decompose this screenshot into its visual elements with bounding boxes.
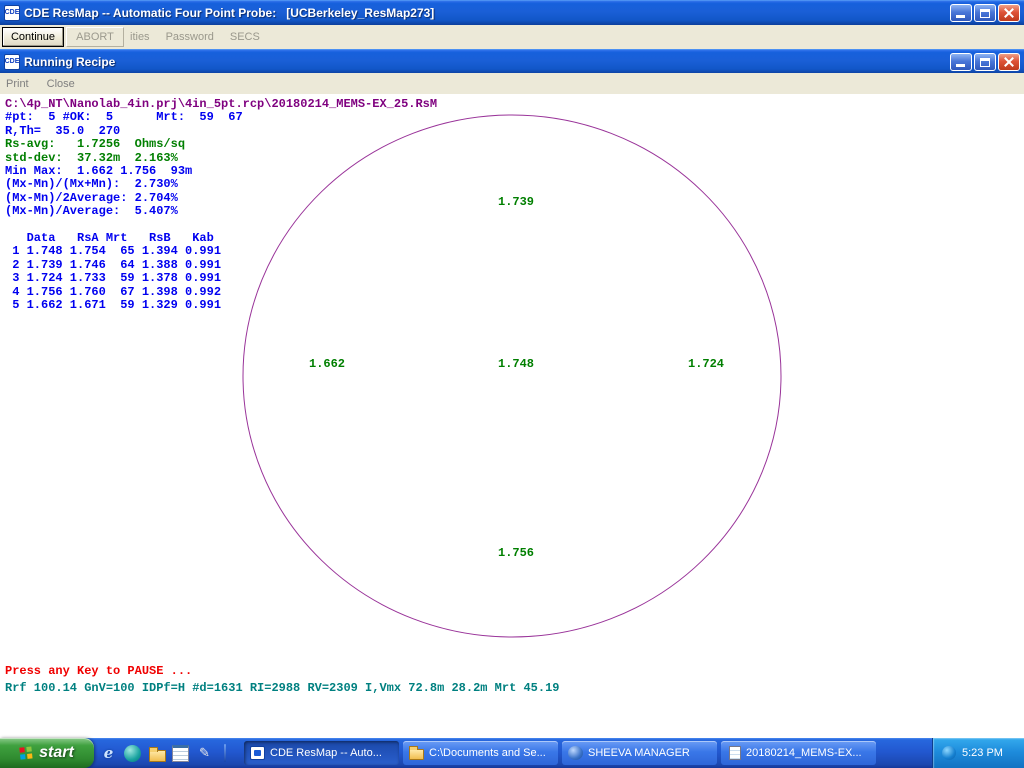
wafer-point-label: 1.748	[498, 357, 534, 371]
system-tray: 5:23 PM	[932, 738, 1024, 768]
report-line: Data RsA Mrt RsB Kab	[5, 232, 437, 245]
report-line: (Mx-Mn)/(Mx+Mn): 2.730%	[5, 178, 437, 191]
recipe-maximize-button[interactable]	[974, 53, 996, 71]
report-line: Min Max: 1.662 1.756 93m	[5, 165, 437, 178]
menu-item-print[interactable]: Print	[6, 78, 29, 90]
taskbar-button[interactable]: CDE ResMap -- Auto...	[244, 741, 399, 765]
cde-app-icon: CDE	[4, 5, 20, 21]
pen-icon[interactable]: ✎	[196, 745, 213, 762]
taskbar-button-label: SHEEVA MANAGER	[588, 747, 690, 759]
continue-button[interactable]: Continue	[2, 27, 64, 47]
report-line: 4 1.756 1.760 67 1.398 0.992	[5, 286, 437, 299]
taskbar-button[interactable]: SHEEVA MANAGER	[562, 741, 717, 765]
windows-flag-icon	[20, 746, 34, 760]
menu-item-password[interactable]: Password	[166, 31, 214, 43]
recipe-window-title: Running Recipe	[24, 55, 950, 69]
report-line: 1 1.748 1.754 65 1.394 0.991	[5, 245, 437, 258]
status-line: Rrf 100.14 GnV=100 IDPf=H #d=1631 RI=298…	[5, 682, 560, 695]
report-line: Rs-avg: 1.7256 Ohms/sq	[5, 138, 437, 151]
sheeva-icon	[568, 746, 583, 760]
taskbar: start e✎ CDE ResMap -- Auto...C:\Documen…	[0, 738, 1024, 768]
main-close-button[interactable]	[998, 4, 1020, 22]
taskbar-buttons: CDE ResMap -- Auto... C:\Documents and Se…	[244, 741, 876, 765]
maximize-icon	[980, 58, 990, 67]
recipe-window-icon-text: CDE	[5, 58, 20, 65]
main-maximize-button[interactable]	[974, 4, 996, 22]
doc-icon	[729, 746, 741, 760]
app-icon[interactable]	[124, 745, 141, 762]
minimize-icon	[956, 64, 965, 67]
taskbar-button[interactable]: 20180214_MEMS-EX...	[721, 741, 876, 765]
notepad-icon[interactable]	[172, 745, 189, 762]
report-lines: C:\4p_NT\Nanolab_4in.prj\4in_5pt.rcp\201…	[5, 98, 437, 313]
report-line: C:\4p_NT\Nanolab_4in.prj\4in_5pt.rcp\201…	[5, 98, 437, 111]
taskbar-button-label: C:\Documents and Se...	[429, 747, 546, 759]
internet-explorer-icon[interactable]: e	[100, 745, 117, 762]
main-menubar: ities Password SECS	[130, 31, 260, 43]
main-window-controls	[950, 4, 1020, 22]
recipe-client-area: C:\4p_NT\Nanolab_4in.prj\4in_5pt.rcp\201…	[0, 94, 1024, 738]
recipe-menubar: Print Close	[0, 73, 1024, 94]
main-window-title: CDE ResMap -- Automatic Four Point Probe…	[24, 6, 950, 20]
close-icon	[999, 54, 1019, 70]
folder-icon	[409, 749, 424, 760]
report-line: 5 1.662 1.671 59 1.329 0.991	[5, 299, 437, 312]
cde-icon	[250, 746, 265, 760]
wafer-point-label: 1.662	[309, 357, 345, 371]
report-line: 2 1.739 1.746 64 1.388 0.991	[5, 259, 437, 272]
report-line: 3 1.724 1.733 59 1.378 0.991	[5, 272, 437, 285]
folder-icon[interactable]	[148, 745, 165, 762]
main-window-titlebar: CDE CDE ResMap -- Automatic Four Point P…	[0, 0, 1024, 25]
wafer-point-label: 1.739	[498, 195, 534, 209]
menu-item-close[interactable]: Close	[47, 78, 75, 90]
start-button[interactable]: start	[0, 738, 94, 768]
tray-network-icon[interactable]	[942, 746, 956, 760]
main-minimize-button[interactable]	[950, 4, 972, 22]
minimize-icon	[956, 15, 965, 18]
report-line: (Mx-Mn)/2Average: 2.704%	[5, 192, 437, 205]
pause-message: Press any Key to PAUSE ...	[5, 665, 192, 678]
report-line: R,Th= 35.0 270	[5, 125, 437, 138]
report-line	[5, 219, 437, 232]
wafer-point-label: 1.756	[498, 546, 534, 560]
close-icon	[999, 5, 1019, 21]
menu-item-secs[interactable]: SECS	[230, 31, 260, 43]
report-line: #pt: 5 #OK: 5 Mrt: 59 67	[5, 111, 437, 124]
taskbar-button-label: CDE ResMap -- Auto...	[270, 747, 382, 759]
start-button-label: start	[39, 744, 74, 762]
report-line: (Mx-Mn)/Average: 5.407%	[5, 205, 437, 218]
recipe-window-controls	[950, 53, 1020, 71]
cde-app-icon-text: CDE	[5, 9, 20, 16]
recipe-window-titlebar: CDE Running Recipe	[0, 49, 1024, 74]
wafer-point-label: 1.724	[688, 357, 724, 371]
abort-button[interactable]: ABORT	[66, 27, 124, 47]
recipe-window-icon: CDE	[4, 54, 20, 70]
desktop: CDE CDE ResMap -- Automatic Four Point P…	[0, 0, 1024, 768]
taskbar-button-label: 20180214_MEMS-EX...	[746, 747, 862, 759]
quick-launch: e✎	[100, 744, 226, 762]
main-toolbar: Continue ABORT ities Password SECS	[0, 25, 1024, 49]
taskbar-button[interactable]: C:\Documents and Se...	[403, 741, 558, 765]
report-line: std-dev: 37.32m 2.163%	[5, 152, 437, 165]
recipe-minimize-button[interactable]	[950, 53, 972, 71]
recipe-close-button[interactable]	[998, 53, 1020, 71]
clock: 5:23 PM	[962, 747, 1003, 759]
menu-item-ities[interactable]: ities	[130, 31, 150, 43]
maximize-icon	[980, 9, 990, 18]
